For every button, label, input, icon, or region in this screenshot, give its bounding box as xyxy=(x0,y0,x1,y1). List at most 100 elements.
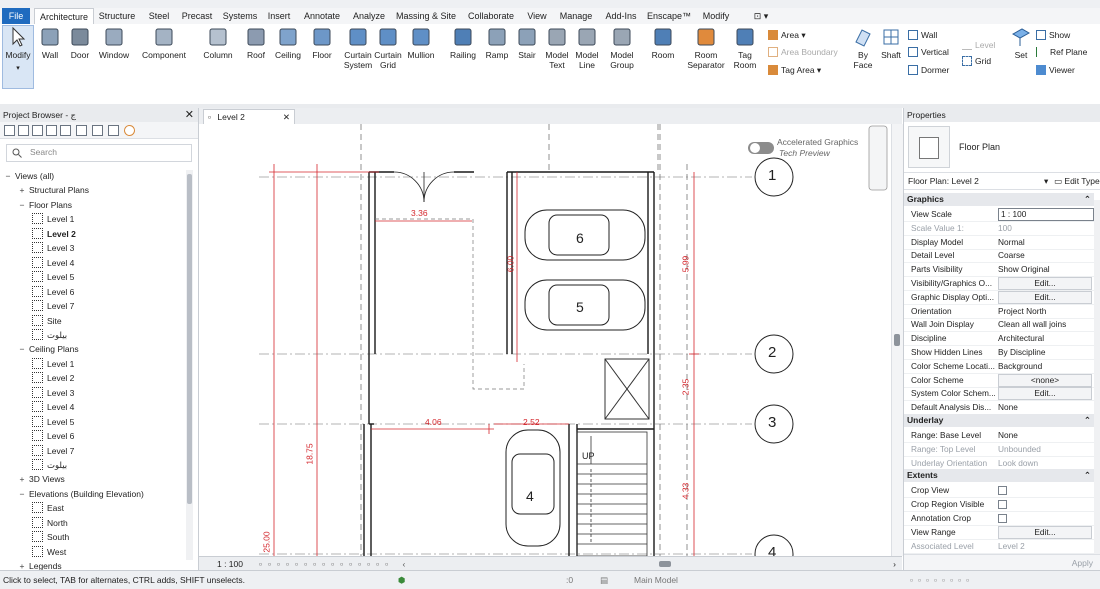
set-button[interactable]: Set xyxy=(1008,26,1034,60)
settings-icon[interactable] xyxy=(108,125,119,136)
tab-modify[interactable]: Modify xyxy=(698,8,734,24)
property-edit-button[interactable]: Edit... xyxy=(998,525,1092,539)
properties-section-graphics[interactable]: Graphics ⌃ xyxy=(904,193,1094,206)
property-value-input[interactable]: 1 : 100 xyxy=(998,208,1094,221)
link-icon[interactable] xyxy=(124,125,135,136)
grid-bubble-1[interactable]: 1 xyxy=(768,167,776,184)
browser-group-item[interactable]: − Elevations (Building Elevation) xyxy=(18,488,144,501)
modify-button[interactable]: Modify ▾ xyxy=(2,25,34,89)
tab-structure[interactable]: Structure xyxy=(97,8,137,24)
properties-scrollbar[interactable] xyxy=(1094,200,1100,555)
property-checkbox[interactable] xyxy=(998,500,1007,510)
tab-insert[interactable]: Insert xyxy=(264,8,294,24)
close-icon[interactable]: ✕ xyxy=(185,108,194,122)
property-value[interactable]: By Discipline xyxy=(998,345,1090,359)
area-button[interactable]: Area ▾ xyxy=(768,28,806,42)
property-edit-button[interactable]: Edit... xyxy=(998,290,1092,304)
list-view-icon[interactable] xyxy=(46,125,57,136)
collapse-section-icon[interactable]: ⌃ xyxy=(1084,193,1091,206)
browser-group-item[interactable]: +3D Views xyxy=(18,473,65,486)
collapse-icon[interactable]: − xyxy=(18,343,26,356)
column-button[interactable]: Column xyxy=(200,26,236,60)
browser-view-item[interactable]: North xyxy=(32,516,68,530)
shaft-button[interactable]: Shaft xyxy=(876,26,906,60)
tag-room-button[interactable]: Tag Room xyxy=(728,26,762,70)
property-value[interactable]: Coarse xyxy=(998,248,1090,262)
collapse-icon[interactable]: − xyxy=(4,170,12,183)
tab-systems[interactable]: Systems xyxy=(220,8,260,24)
tab-steel[interactable]: Steel xyxy=(144,8,174,24)
level-button[interactable]: Level xyxy=(962,38,995,52)
door-button[interactable]: Door xyxy=(66,26,94,60)
properties-section-extents[interactable]: Extents ⌃ xyxy=(904,469,1094,483)
property-edit-button[interactable]: <none> xyxy=(998,373,1092,387)
browser-view-item[interactable]: West xyxy=(32,545,66,559)
grid-button[interactable]: Grid xyxy=(962,54,991,68)
print-icon[interactable] xyxy=(76,125,87,136)
tab-level-2[interactable]: ▫ Level 2 ✕ xyxy=(203,109,295,125)
wall-opening-button[interactable]: Wall xyxy=(908,28,937,42)
browser-view-item[interactable]: Level 4 xyxy=(32,256,74,270)
browser-view-item[interactable]: Level 4 xyxy=(32,401,74,414)
collapse-section-icon[interactable]: ⌃ xyxy=(1084,469,1091,482)
viewer-button[interactable]: Viewer xyxy=(1036,63,1075,77)
room-separator-button[interactable]: Room Separator xyxy=(684,26,728,70)
grid-bubble-3[interactable]: 3 xyxy=(768,414,776,431)
sheet-icon[interactable] xyxy=(92,125,103,136)
worksets-icon[interactable]: ⬢ xyxy=(398,571,405,589)
tab-enscape[interactable]: Enscape™ xyxy=(646,8,692,24)
scroll-right-icon[interactable]: › xyxy=(893,557,896,571)
browser-view-item[interactable]: Level 2 xyxy=(32,372,74,385)
browser-view-item[interactable]: Level 1 xyxy=(32,213,74,226)
curtain-grid-button[interactable]: Curtain Grid xyxy=(372,26,404,70)
property-checkbox[interactable] xyxy=(998,514,1007,523)
property-edit-button[interactable]: Edit... xyxy=(998,277,1092,290)
property-value[interactable]: Normal xyxy=(998,235,1090,249)
tab-analyze[interactable]: Analyze xyxy=(350,8,388,24)
grid-bubble-2[interactable]: 2 xyxy=(768,344,776,361)
tag-area-button[interactable]: Tag Area ▾ xyxy=(768,63,821,77)
dormer-button[interactable]: Dormer xyxy=(908,63,949,77)
tab-collaborate[interactable]: Collaborate xyxy=(464,8,518,24)
browser-group-item[interactable]: − Floor Plans xyxy=(18,199,72,212)
property-value[interactable]: Project North xyxy=(998,304,1090,318)
browser-view-item[interactable]: بيلوت xyxy=(32,328,67,342)
browser-view-item[interactable]: Level 3 xyxy=(32,242,74,255)
tab-view[interactable]: View xyxy=(524,8,550,24)
drawing-canvas[interactable]: Accelerated Graphics Tech Preview 1 2 3 … xyxy=(199,124,891,556)
apply-button[interactable]: Apply xyxy=(1072,555,1093,571)
ramp-button[interactable]: Ramp xyxy=(482,26,512,60)
canvas-scroll-thumb[interactable] xyxy=(894,334,900,346)
stair-button[interactable]: Stair xyxy=(512,26,542,60)
group-view-icon[interactable] xyxy=(32,125,43,136)
model-group-button[interactable]: Model Group xyxy=(604,26,640,70)
model-text-button[interactable]: Model Text xyxy=(542,26,572,70)
active-model-label[interactable]: Main Model xyxy=(634,571,678,589)
browser-view-item[interactable]: Level 5 xyxy=(32,415,74,429)
grid-view-icon[interactable] xyxy=(18,125,29,136)
browser-group-item[interactable]: − Ceiling Plans xyxy=(18,343,79,356)
browser-view-item[interactable]: Level 6 xyxy=(32,285,74,299)
selection-filter-icons[interactable]: ▫▫▫▫▫▫▫▫ xyxy=(910,571,974,589)
browser-view-item[interactable]: Level 7 xyxy=(32,300,74,313)
area-boundary-button[interactable]: Area Boundary xyxy=(768,45,838,59)
by-face-button[interactable]: By Face xyxy=(848,26,878,70)
tab-architecture[interactable]: Architecture xyxy=(34,8,94,25)
property-value[interactable]: None xyxy=(998,400,1090,414)
edit-type-button[interactable]: ▭ Edit Type xyxy=(1054,173,1100,189)
property-value[interactable]: Show Original xyxy=(998,262,1090,276)
browser-search-field[interactable]: Search xyxy=(6,144,192,162)
property-checkbox[interactable] xyxy=(998,486,1007,496)
collapse-section-icon[interactable]: ⌃ xyxy=(1084,414,1091,427)
grid-bubble-4[interactable]: 4 xyxy=(768,544,776,556)
expand-icon[interactable]: + xyxy=(18,473,26,486)
browser-view-item[interactable]: East xyxy=(32,502,64,515)
tab-annotate[interactable]: Annotate xyxy=(300,8,344,24)
view-control-icons[interactable]: ▫▫▫▫▫▫▫▫▫▫▫▫▫▫▫ ‹ xyxy=(259,557,411,571)
expand-icon[interactable]: + xyxy=(18,184,26,197)
close-tab-icon[interactable]: ✕ xyxy=(283,110,290,125)
vertical-opening-button[interactable]: Vertical xyxy=(908,45,949,59)
ref-plane-button[interactable]: Ref Plane xyxy=(1036,45,1087,59)
tab-massing-site[interactable]: Massing & Site xyxy=(394,8,458,24)
design-options-icon[interactable]: ▤ xyxy=(600,571,608,589)
